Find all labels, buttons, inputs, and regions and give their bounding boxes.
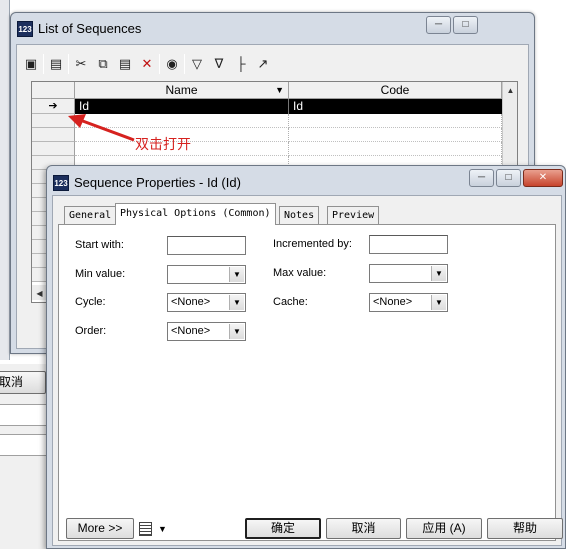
- min-value-label: Min value:: [75, 268, 126, 280]
- cell-divider: [288, 99, 289, 114]
- minimize-button[interactable]: ─: [469, 169, 494, 187]
- toolbar-separator: [68, 54, 69, 74]
- apply-button[interactable]: 应用 (A): [406, 518, 482, 539]
- toolbar-separator: [184, 54, 185, 74]
- empty-cell[interactable]: [289, 114, 502, 128]
- dialog-menu-button[interactable]: ▼: [139, 518, 175, 539]
- paste-icon[interactable]: ▤: [115, 54, 135, 74]
- cycle-value: <None>: [171, 296, 211, 308]
- cache-value: <None>: [373, 296, 413, 308]
- ok-button[interactable]: 确定: [245, 518, 321, 539]
- close-button[interactable]: ✕: [523, 169, 563, 187]
- tab-physical-options[interactable]: Physical Options (Common): [115, 203, 276, 225]
- copy-icon[interactable]: ⧉: [93, 54, 113, 74]
- scroll-left-icon[interactable]: ◀: [32, 285, 47, 302]
- cut-icon[interactable]: ✂: [71, 54, 91, 74]
- chevron-down-icon[interactable]: ▼: [431, 266, 446, 281]
- start-with-input[interactable]: [167, 236, 246, 255]
- list-icon: [139, 521, 152, 536]
- order-label: Order:: [75, 325, 107, 337]
- filter-icon[interactable]: ▽: [187, 54, 207, 74]
- hierarchy-icon[interactable]: ├: [231, 54, 251, 74]
- incremented-by-input[interactable]: [369, 235, 448, 254]
- more-button[interactable]: More >>: [66, 518, 134, 539]
- max-value-combo[interactable]: ▼: [369, 264, 448, 283]
- window-title-bar: 123 List of Sequences: [17, 18, 141, 40]
- column-header-label: Code: [380, 83, 410, 97]
- window-title: List of Sequences: [38, 21, 142, 36]
- delete-icon[interactable]: ✕: [137, 54, 157, 74]
- sort-arrow-icon: ▼: [275, 85, 284, 95]
- toolbar-separator: [43, 54, 44, 74]
- app-icon: 123: [17, 21, 33, 37]
- empty-cell[interactable]: [289, 128, 502, 142]
- tab-notes[interactable]: Notes: [279, 206, 320, 224]
- chevron-down-icon: ▼: [158, 523, 167, 534]
- sequence-properties-dialog: 123 Sequence Properties - Id (Id) ─ □ ✕ …: [46, 165, 566, 549]
- chevron-down-icon[interactable]: ▼: [229, 295, 244, 310]
- background-cancel-button[interactable]: 取消: [0, 371, 46, 394]
- column-header-label: Name: [165, 83, 198, 97]
- current-row-arrow-icon: ➔: [48, 100, 58, 112]
- order-value: <None>: [171, 325, 211, 337]
- background-window-edge: [0, 0, 10, 360]
- app-icon: 123: [53, 175, 69, 191]
- empty-cell[interactable]: [289, 142, 502, 156]
- cycle-select[interactable]: <None> ▼: [167, 293, 246, 312]
- tab-general[interactable]: General: [64, 206, 117, 224]
- toolbar-separator: [159, 54, 160, 74]
- chevron-down-icon[interactable]: ▼: [229, 324, 244, 339]
- annotation-text: 双击打开: [135, 136, 191, 152]
- column-header-code[interactable]: Code: [289, 82, 502, 99]
- order-select[interactable]: <None> ▼: [167, 322, 246, 341]
- minimize-button[interactable]: ─: [426, 16, 451, 34]
- properties-icon[interactable]: ▣: [21, 54, 41, 74]
- chevron-down-icon[interactable]: ▼: [431, 295, 446, 310]
- cell-code[interactable]: Id: [293, 99, 303, 114]
- background-input[interactable]: [0, 404, 48, 426]
- grid-corner-header: [32, 82, 75, 99]
- start-with-label: Start with:: [75, 239, 124, 251]
- open-icon[interactable]: ↗: [253, 54, 273, 74]
- maximize-button[interactable]: □: [453, 16, 478, 34]
- maximize-button[interactable]: □: [496, 169, 521, 187]
- help-button[interactable]: 帮助: [487, 518, 563, 539]
- add-row-icon[interactable]: ▤: [46, 54, 66, 74]
- clear-filter-icon[interactable]: ∇: [209, 54, 229, 74]
- dialog-title: Sequence Properties - Id (Id): [74, 175, 241, 190]
- annotation-arrow: [68, 114, 135, 142]
- tab-preview[interactable]: Preview: [327, 206, 380, 224]
- min-value-combo[interactable]: ▼: [167, 265, 246, 284]
- dialog-client: General Physical Options (Common) Notes …: [52, 195, 562, 546]
- incremented-by-label: Incremented by:: [273, 238, 352, 250]
- cycle-label: Cycle:: [75, 296, 106, 308]
- cache-label: Cache:: [273, 296, 308, 308]
- toolbar: ▣ ▤ ✂ ⧉ ▤ ✕ ◉ ▽ ∇ ├ ↗: [21, 51, 526, 77]
- chevron-down-icon[interactable]: ▼: [229, 267, 244, 282]
- find-icon[interactable]: ◉: [162, 54, 182, 74]
- dialog-title-bar: 123 Sequence Properties - Id (Id): [53, 172, 241, 194]
- cancel-button[interactable]: 取消: [326, 518, 401, 539]
- column-header-name[interactable]: Name ▼: [75, 82, 289, 99]
- cache-select[interactable]: <None> ▼: [369, 293, 448, 312]
- tab-panel: Start with: Min value: ▼ Cycle: <None> ▼…: [58, 224, 556, 541]
- scroll-up-icon[interactable]: ▲: [503, 82, 518, 99]
- max-value-label: Max value:: [273, 267, 327, 279]
- background-input[interactable]: [0, 434, 48, 456]
